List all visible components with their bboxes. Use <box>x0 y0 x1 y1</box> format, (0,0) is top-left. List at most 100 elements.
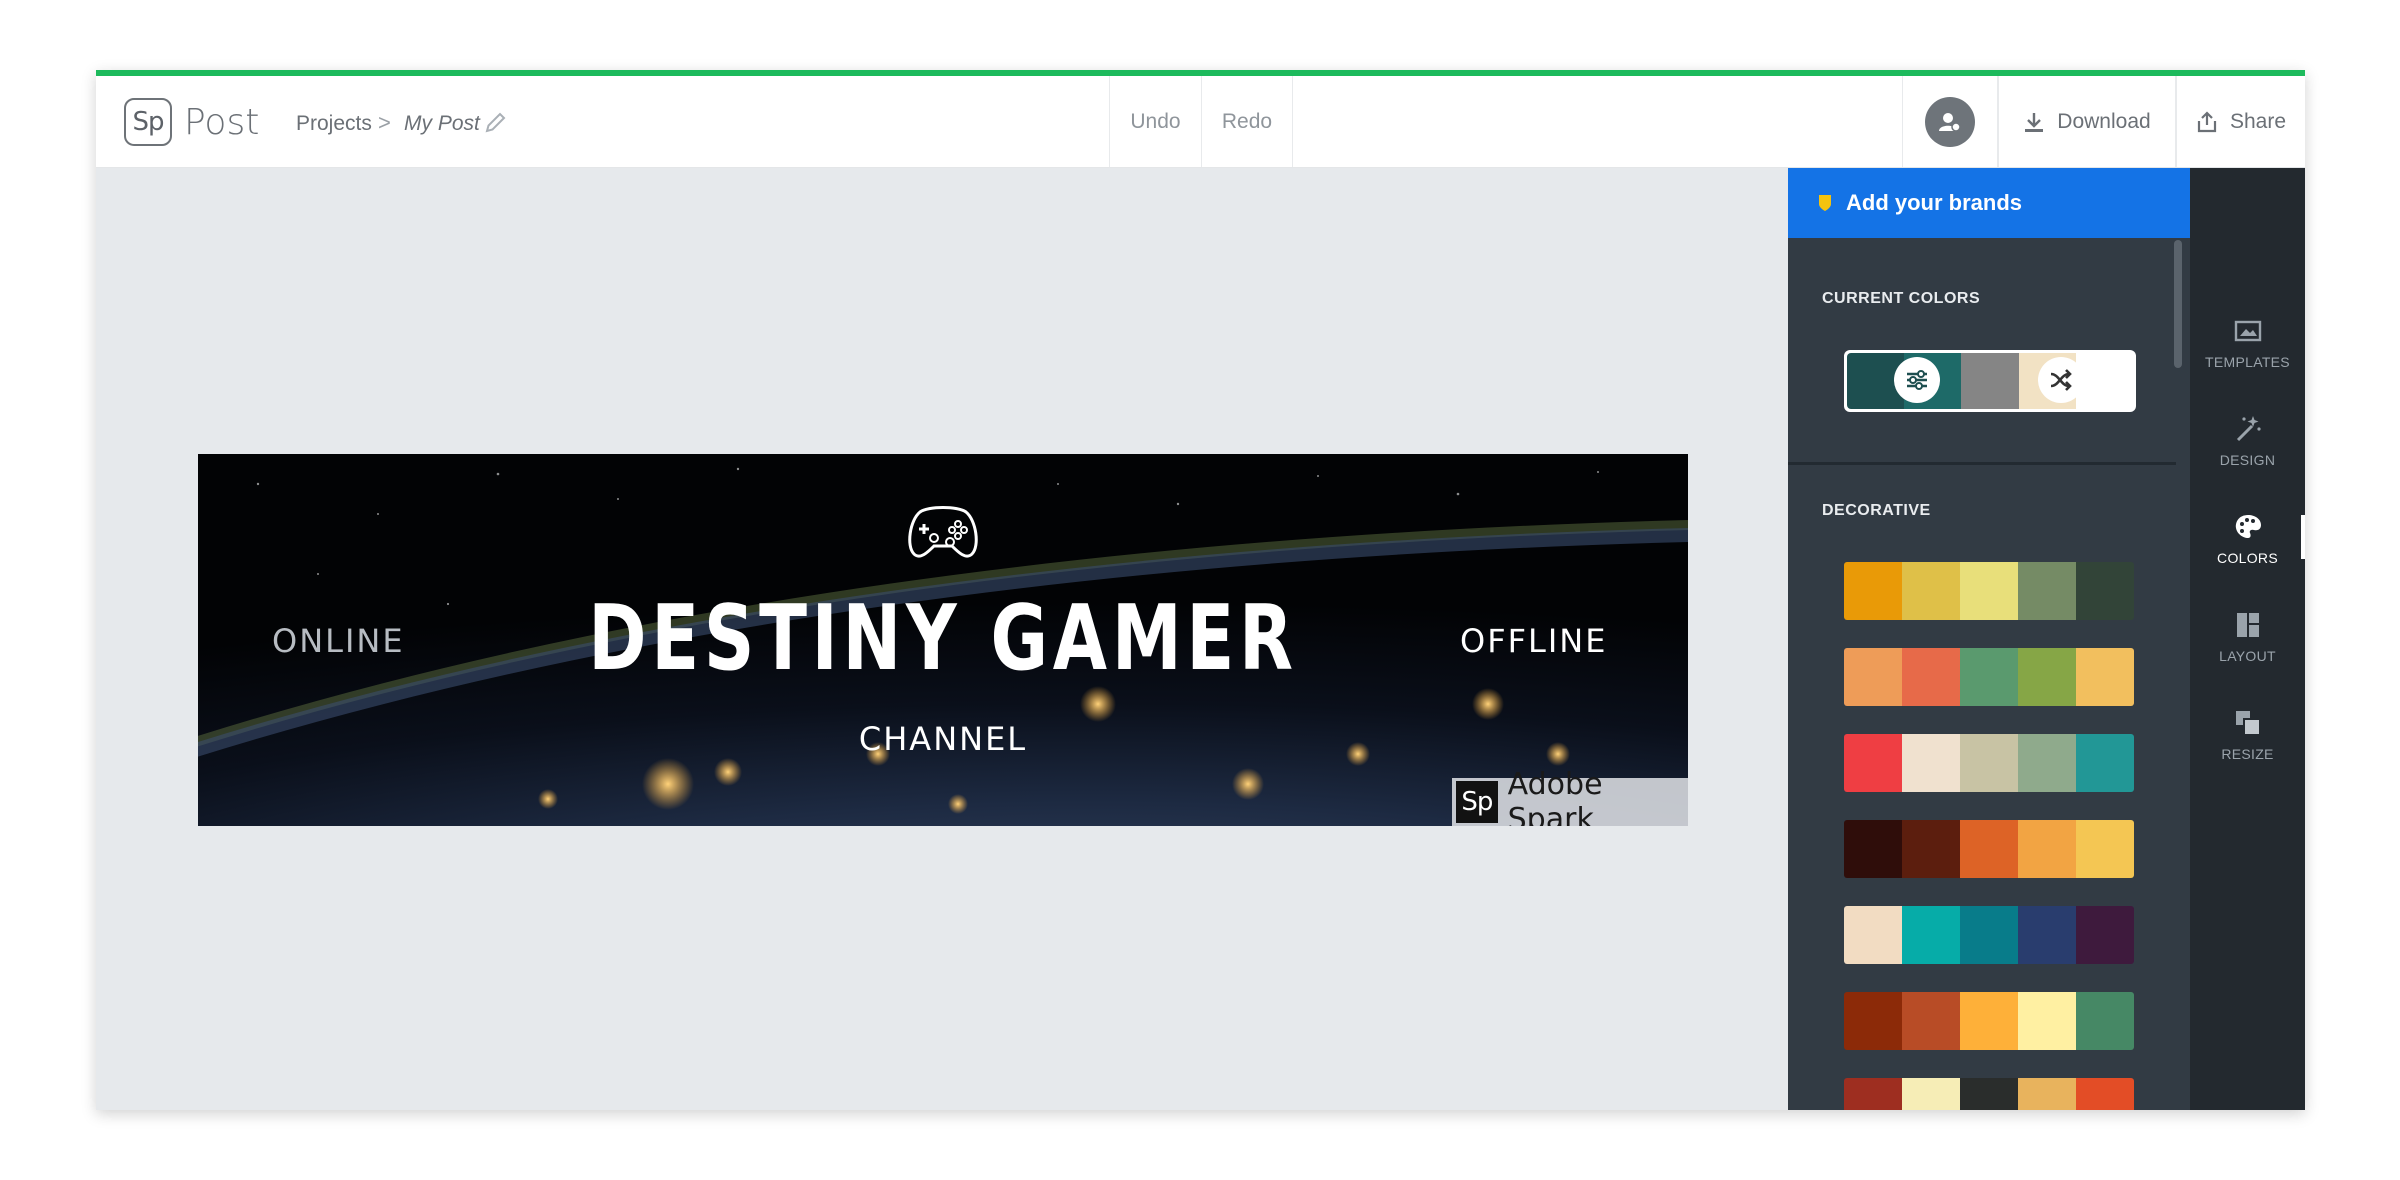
palette-swatch <box>2076 906 2134 964</box>
nav-design[interactable]: DESIGN <box>2190 414 2305 468</box>
nav-templates-label: TEMPLATES <box>2205 354 2290 370</box>
edit-title-icon[interactable] <box>484 110 508 134</box>
shuffle-colors-button[interactable] <box>2038 357 2084 403</box>
palette-option[interactable] <box>1844 1078 2134 1110</box>
header: Sp Post Projects > My Post Undo Redo Dow… <box>96 76 2305 168</box>
shuffle-icon <box>2050 369 2072 391</box>
post-title-text[interactable]: DESTINY GAMER <box>362 586 1524 691</box>
palette-swatch <box>2018 734 2076 792</box>
palette-swatch <box>1960 648 2018 706</box>
account-button[interactable] <box>1902 76 1998 167</box>
current-colors-heading: CURRENT COLORS <box>1822 290 1981 307</box>
palette-swatch <box>2076 992 2134 1050</box>
nav-resize-label: RESIZE <box>2221 746 2274 762</box>
spark-logo[interactable]: Sp <box>124 98 172 146</box>
decorative-heading: DECORATIVE <box>1822 502 1931 519</box>
palette-swatch <box>2076 562 2134 620</box>
nav-templates[interactable]: TEMPLATES <box>2190 316 2305 370</box>
current-colors-swatch[interactable] <box>1844 350 2136 412</box>
resize-icon <box>2235 711 2261 736</box>
palette-icon <box>2235 515 2261 538</box>
current-color-5 <box>2075 353 2134 409</box>
current-color-3 <box>1961 353 2019 409</box>
palette-swatch <box>2018 992 2076 1050</box>
palette-option[interactable] <box>1844 992 2134 1050</box>
nav-design-label: DESIGN <box>2219 452 2276 468</box>
offline-text[interactable]: OFFLINE <box>1460 622 1607 660</box>
palette-swatch <box>2018 906 2076 964</box>
avatar-icon <box>1925 96 1975 147</box>
watermark-logo: Sp <box>1456 781 1498 823</box>
magic-wand-icon <box>2236 416 2261 442</box>
palette-option[interactable] <box>1844 734 2134 792</box>
palette-swatch <box>1844 906 1902 964</box>
palette-swatch <box>1902 1078 1960 1110</box>
nav-colors[interactable]: COLORS <box>2190 512 2305 566</box>
brand-shield-icon <box>1819 195 1831 211</box>
palette-swatch <box>1844 992 1902 1050</box>
post-canvas[interactable]: ONLINE DESTINY GAMER OFFLINE CHANNEL Sp … <box>198 454 1688 826</box>
palette-swatch <box>1844 562 1902 620</box>
nav-active-indicator <box>2301 515 2305 559</box>
share-button[interactable]: Share <box>2176 76 2305 167</box>
colors-panel: Add your brands CURRENT COLORS DECORATIV… <box>1788 168 2190 1110</box>
palette-swatch <box>2018 1078 2076 1110</box>
palette-swatch <box>2076 648 2134 706</box>
app-window: Sp Post Projects > My Post Undo Redo Dow… <box>96 70 2305 1110</box>
nav-resize[interactable]: RESIZE <box>2190 708 2305 762</box>
adjust-colors-button[interactable] <box>1894 357 1940 403</box>
palette-option[interactable] <box>1844 648 2134 706</box>
palette-swatch <box>1844 1078 1902 1110</box>
palette-option[interactable] <box>1844 820 2134 878</box>
palette-swatch <box>1960 734 2018 792</box>
palette-swatch <box>1902 992 1960 1050</box>
breadcrumb-current-project: My Post <box>404 112 480 135</box>
adobe-spark-watermark[interactable]: Sp Adobe Spark <box>1452 767 1688 826</box>
add-brands-label: Add your brands <box>1846 190 2023 215</box>
palette-swatch <box>1844 820 1902 878</box>
palette-swatch <box>2076 1078 2134 1110</box>
palette-swatch <box>1960 562 2018 620</box>
templates-icon <box>2234 320 2261 342</box>
palette-swatch <box>2076 820 2134 878</box>
download-icon <box>2025 112 2044 132</box>
palette-swatch <box>2018 648 2076 706</box>
game-controller-icon <box>908 506 978 558</box>
palette-swatch <box>1844 648 1902 706</box>
palette-swatch <box>2076 734 2134 792</box>
palette-swatch <box>1902 906 1960 964</box>
palette-swatch <box>1960 820 2018 878</box>
palette-swatch <box>2018 820 2076 878</box>
palette-swatch <box>1960 906 2018 964</box>
add-brands-button[interactable]: Add your brands <box>1788 168 2190 238</box>
share-label: Share <box>2229 109 2287 133</box>
nav-layout[interactable]: LAYOUT <box>2190 610 2305 664</box>
breadcrumb-separator: > <box>378 110 391 135</box>
palette-swatch <box>1902 820 1960 878</box>
panel-scrollbar[interactable] <box>2174 240 2182 368</box>
palette-swatch <box>1902 734 1960 792</box>
palette-option[interactable] <box>1844 562 2134 620</box>
palette-swatch <box>1844 734 1902 792</box>
palette-swatch <box>1960 1078 2018 1110</box>
sliders-icon <box>1907 370 1927 390</box>
nav-layout-label: LAYOUT <box>2219 648 2276 664</box>
palette-swatch <box>2018 562 2076 620</box>
palette-option[interactable] <box>1844 906 2134 964</box>
watermark-text: Adobe Spark <box>1507 767 1603 826</box>
download-label: Download <box>2057 109 2151 133</box>
palette-swatch <box>1902 648 1960 706</box>
nav-colors-label: COLORS <box>2217 550 2278 566</box>
layout-icon <box>2236 613 2259 637</box>
palette-swatch <box>1902 562 1960 620</box>
redo-button[interactable]: Redo <box>1201 76 1293 167</box>
post-subtitle-text[interactable]: CHANNEL <box>198 720 1688 758</box>
side-nav: TEMPLATES DESIGN COLORS LAYOUT RESIZE <box>2190 168 2305 1110</box>
breadcrumb-projects[interactable]: Projects <box>296 112 372 136</box>
share-icon <box>2197 110 2217 132</box>
download-button[interactable]: Download <box>1998 76 2176 167</box>
panel-divider <box>1788 462 2176 465</box>
palette-swatch <box>1960 992 2018 1050</box>
undo-button[interactable]: Undo <box>1109 76 1201 167</box>
app-name: Post <box>184 102 260 143</box>
